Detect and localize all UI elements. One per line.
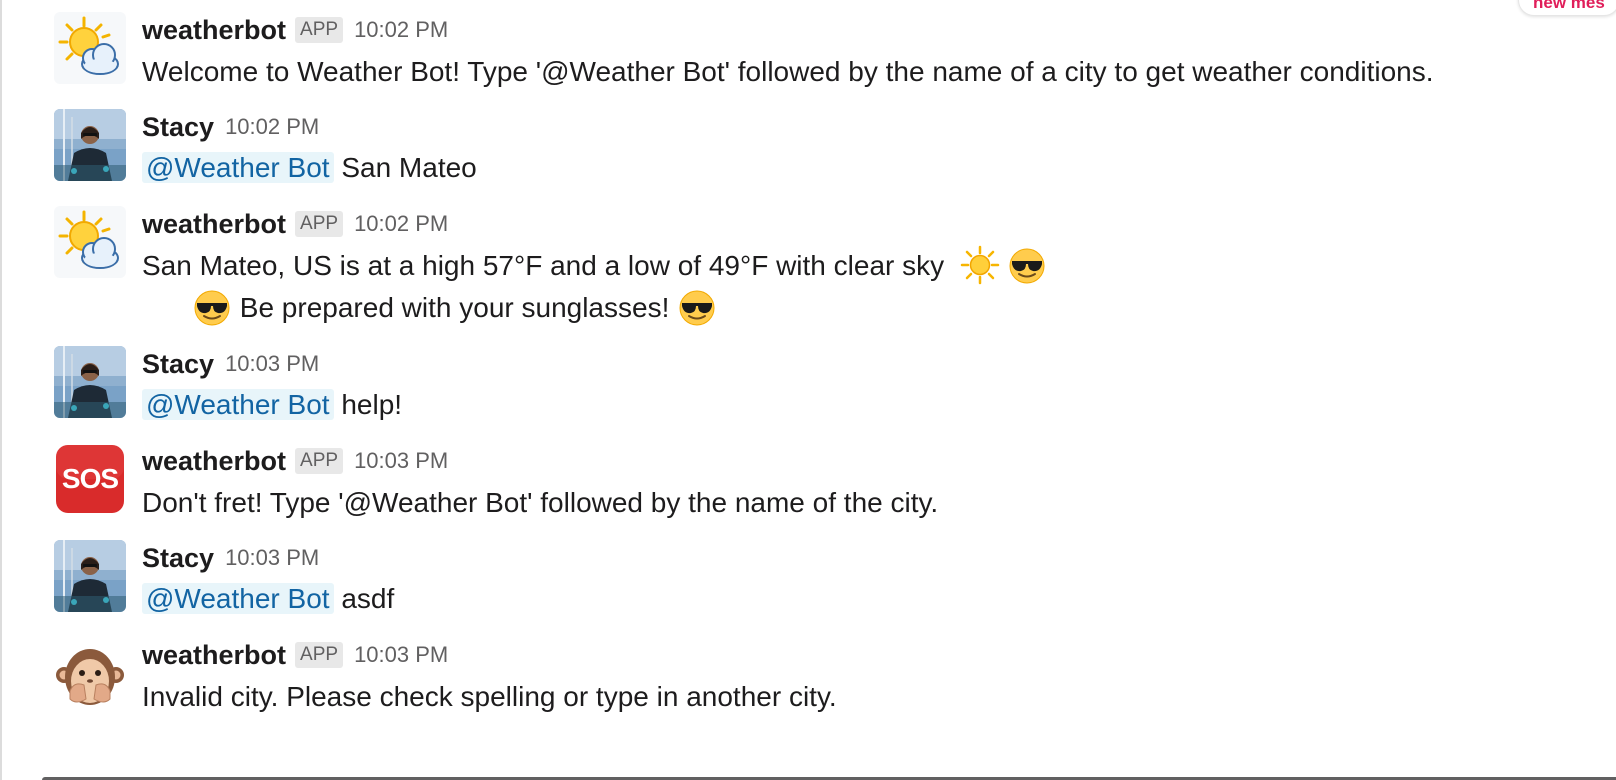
app-badge: APP <box>295 17 344 43</box>
mention-link[interactable]: @Weather Bot <box>142 389 334 420</box>
timestamp[interactable]: 10:02 PM <box>354 211 448 237</box>
message-header: Stacy 10:03 PM <box>142 346 319 382</box>
message-body: @Weather Bot asdf <box>142 579 394 619</box>
app-badge: APP <box>295 211 344 237</box>
user-photo-avatar[interactable] <box>54 109 126 181</box>
timestamp[interactable]: 10:03 PM <box>225 351 319 377</box>
message-text: San Mateo, US is at a high 57°F and a lo… <box>142 250 945 281</box>
message-line-2: Be prepared with your sunglasses! <box>192 288 717 330</box>
message-text: help! <box>341 389 403 420</box>
message-line-1: San Mateo, US is at a high 57°F and a lo… <box>142 246 1047 288</box>
sunglasses-face-icon <box>1007 245 1047 285</box>
message-text: San Mateo <box>341 152 477 183</box>
sun-behind-cloud-icon[interactable] <box>54 12 126 84</box>
left-border <box>0 0 2 780</box>
timestamp[interactable]: 10:02 PM <box>225 114 319 140</box>
message-text: Don't fret! Type '@Weather Bot' followed… <box>142 487 939 518</box>
message-header: weatherbot APP 10:02 PM <box>142 12 448 48</box>
sunglasses-face-icon <box>192 287 232 327</box>
sender-name[interactable]: weatherbot <box>142 209 286 240</box>
new-messages-button[interactable]: new mes <box>1518 0 1616 16</box>
sos-label: SOS <box>61 463 119 494</box>
sender-name[interactable]: Stacy <box>142 112 214 143</box>
sos-icon[interactable]: SOS <box>54 443 126 515</box>
message-header: weatherbot APP 10:02 PM <box>142 206 448 242</box>
sun-icon <box>960 245 1000 285</box>
timestamp[interactable]: 10:02 PM <box>354 17 448 43</box>
message-text: Welcome to Weather Bot! Type '@Weather B… <box>142 56 1434 87</box>
app-badge: APP <box>295 642 344 668</box>
sunglasses-face-icon <box>677 287 717 327</box>
timestamp[interactable]: 10:03 PM <box>354 448 448 474</box>
message-header: weatherbot APP 10:03 PM <box>142 443 448 479</box>
user-photo-avatar[interactable] <box>54 346 126 418</box>
message-text: Invalid city. Please check spelling or t… <box>142 681 837 712</box>
message-header: Stacy 10:03 PM <box>142 540 319 576</box>
sender-name[interactable]: weatherbot <box>142 15 286 46</box>
timestamp[interactable]: 10:03 PM <box>225 545 319 571</box>
user-photo-avatar[interactable] <box>54 540 126 612</box>
message-body: @Weather Bot help! <box>142 385 402 425</box>
sender-name[interactable]: weatherbot <box>142 640 286 671</box>
message-header: Stacy 10:02 PM <box>142 109 319 145</box>
sun-behind-cloud-icon[interactable] <box>54 206 126 278</box>
sender-name[interactable]: weatherbot <box>142 446 286 477</box>
sender-name[interactable]: Stacy <box>142 349 214 380</box>
message-body: @Weather Bot San Mateo <box>142 148 477 188</box>
sender-name[interactable]: Stacy <box>142 543 214 574</box>
message-text: Be prepared with your sunglasses! <box>239 292 670 323</box>
mention-link[interactable]: @Weather Bot <box>142 583 334 614</box>
message-text: asdf <box>341 583 395 614</box>
message-header: weatherbot APP 10:03 PM <box>142 637 448 673</box>
app-badge: APP <box>295 448 344 474</box>
see-no-evil-monkey-icon[interactable] <box>54 641 126 713</box>
mention-link[interactable]: @Weather Bot <box>142 152 334 183</box>
timestamp[interactable]: 10:03 PM <box>354 642 448 668</box>
